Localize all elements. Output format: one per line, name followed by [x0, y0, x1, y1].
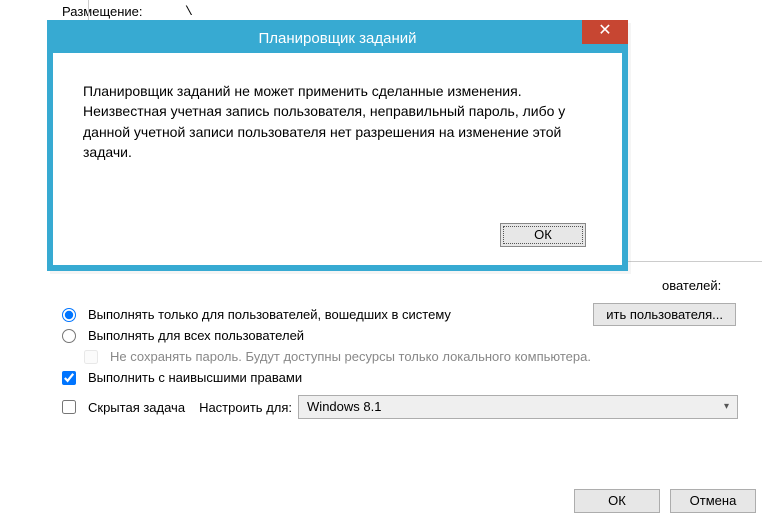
- checkbox-highest-privileges-input[interactable]: [62, 371, 76, 385]
- radio-run-all-users-input[interactable]: [62, 329, 76, 343]
- main-ok-button[interactable]: ОК: [574, 489, 660, 513]
- configure-for-value: Windows 8.1: [307, 396, 381, 418]
- change-user-button[interactable]: ить пользователя...: [593, 303, 736, 326]
- checkbox-hidden-task-label: Скрытая задача: [88, 400, 185, 415]
- radio-run-logged-in-label: Выполнять только для пользователей, воше…: [88, 307, 451, 322]
- chevron-down-icon: ▾: [724, 396, 729, 418]
- error-dialog-title: Планировщик заданий: [259, 30, 417, 47]
- error-dialog-body: Планировщик заданий не может применить с…: [53, 53, 622, 213]
- radio-run-all-users[interactable]: Выполнять для всех пользователей: [62, 328, 738, 343]
- checkbox-no-save-password-input: [84, 350, 98, 364]
- radio-run-logged-in-input[interactable]: [62, 308, 76, 322]
- checkbox-hidden-task[interactable]: Скрытая задача: [62, 400, 185, 415]
- dialog-footer-buttons: ОК Отмена: [574, 489, 756, 513]
- main-cancel-button-label: Отмена: [690, 493, 737, 508]
- error-dialog-ok-button[interactable]: ОК: [500, 223, 586, 247]
- error-dialog: Планировщик заданий ✕ Планировщик задани…: [47, 20, 628, 271]
- error-dialog-titlebar[interactable]: Планировщик заданий ✕: [53, 26, 622, 53]
- user-label-fragment: ователей:: [662, 278, 721, 293]
- location-value: \: [185, 4, 193, 19]
- checkbox-hidden-task-input[interactable]: [62, 400, 76, 414]
- close-icon: ✕: [598, 22, 611, 39]
- close-button[interactable]: ✕: [582, 20, 628, 44]
- main-ok-button-label: ОК: [608, 493, 626, 508]
- checkbox-highest-privileges-label: Выполнить с наивысшими правами: [88, 370, 302, 385]
- checkbox-no-save-password-label: Не сохранять пароль. Будут доступны ресу…: [110, 349, 591, 364]
- location-label: Размещение:: [62, 4, 177, 19]
- configure-for-label: Настроить для:: [199, 400, 292, 415]
- checkbox-no-save-password: Не сохранять пароль. Будут доступны ресу…: [84, 349, 738, 364]
- radio-run-all-users-label: Выполнять для всех пользователей: [88, 328, 304, 343]
- configure-for-select[interactable]: Windows 8.1 ▾: [298, 395, 738, 419]
- checkbox-highest-privileges[interactable]: Выполнить с наивысшими правами: [62, 370, 738, 385]
- main-cancel-button[interactable]: Отмена: [670, 489, 756, 513]
- error-dialog-message: Планировщик заданий не может применить с…: [83, 83, 565, 160]
- error-dialog-ok-label: ОК: [534, 227, 552, 242]
- change-user-button-label: ить пользователя...: [606, 307, 723, 322]
